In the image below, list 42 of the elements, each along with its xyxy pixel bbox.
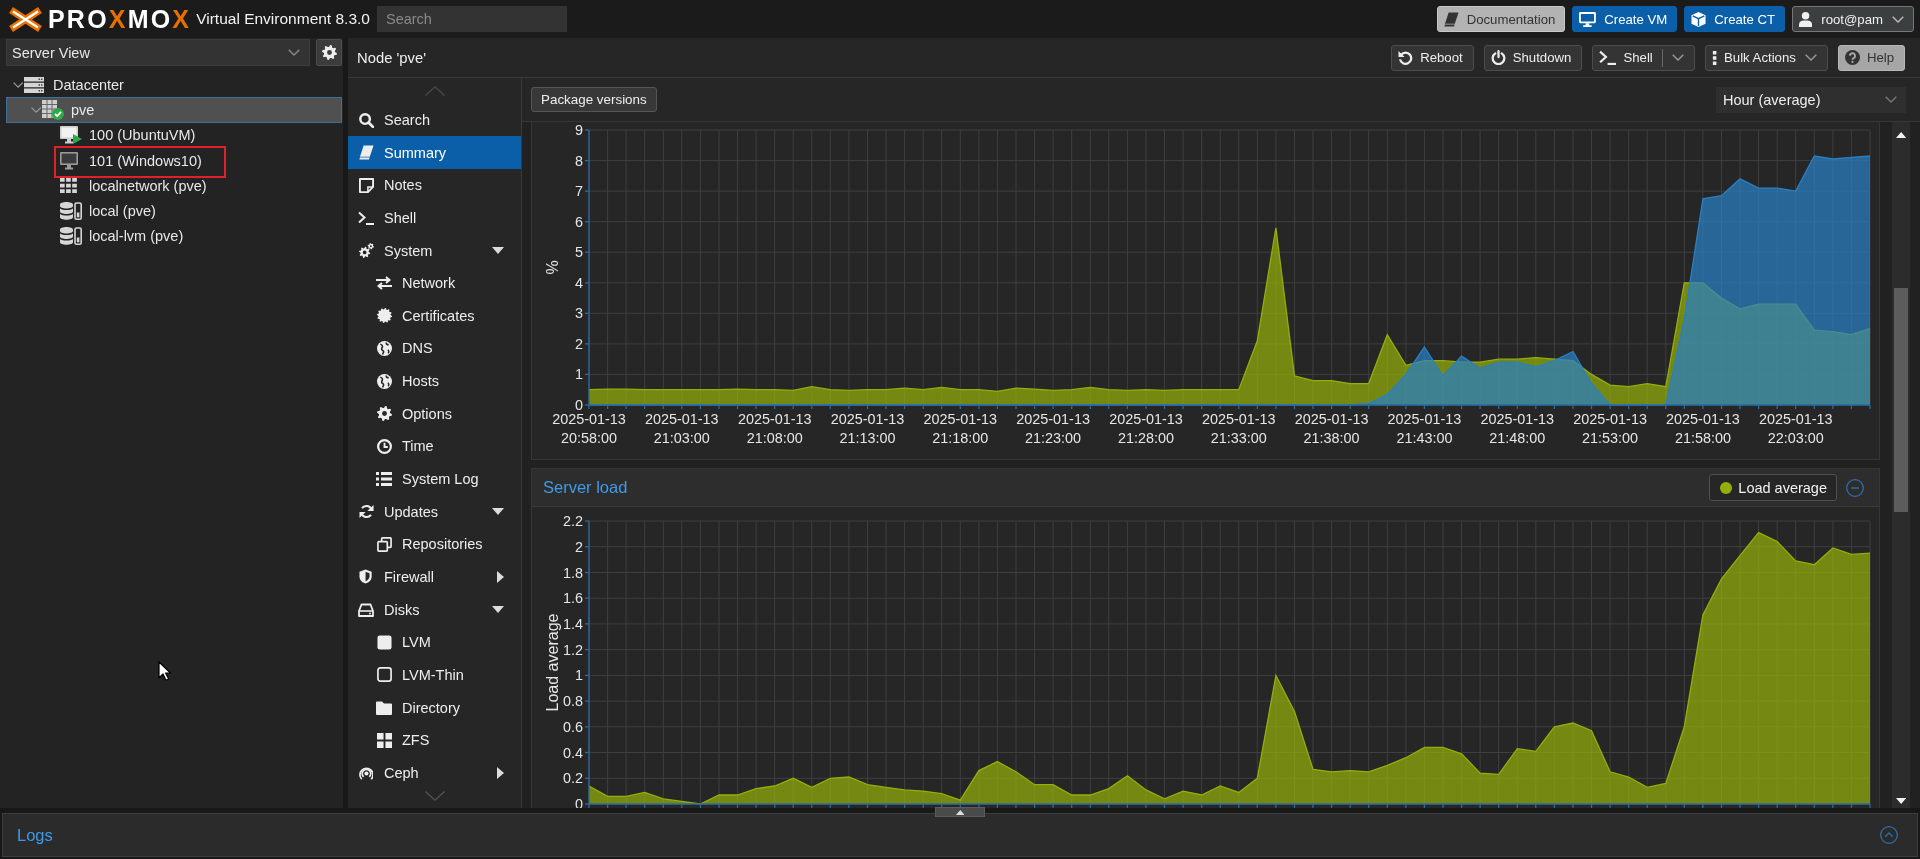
axis-tick-label: 1.2	[563, 641, 583, 658]
axis-tick-label: 2025-01-13 21:03:00	[645, 411, 719, 446]
axis-tick-label: 7	[575, 183, 583, 200]
axis-tick-label: 2025-01-13 21:08:00	[737, 411, 812, 446]
axis-tick-label: 9	[575, 122, 583, 138]
axis-tick-label: 0	[575, 397, 583, 413]
axis-tick-label: 5	[575, 244, 583, 261]
axis-tick-label: 2	[575, 335, 583, 352]
axis-tick-label: 1	[575, 667, 583, 684]
axis-tick-label: 3	[575, 305, 583, 322]
axis-tick-label: 1	[575, 366, 583, 383]
logo-wordmark: PROXMOX	[48, 6, 192, 32]
axis-tick-label: 6	[575, 213, 583, 230]
axis-title: Load average	[544, 613, 561, 712]
axis-tick-label: 0.2	[563, 770, 583, 787]
axis-tick-label: 2025-01-13 22:03:00	[1758, 411, 1833, 446]
product-title: Virtual Environment 8.3.0	[196, 10, 370, 28]
axis-tick-label: 2.2	[563, 513, 583, 529]
axis-tick-label: 2025-01-13 21:28:00	[1109, 411, 1183, 446]
axis-title: %	[544, 260, 561, 275]
axis-tick-label: 8	[575, 152, 583, 169]
axis-tick-label: 2025-01-13 20:58:00	[552, 411, 626, 446]
axis-tick-label: 2025-01-13 21:43:00	[1387, 411, 1462, 446]
axis-tick-label: 2025-01-13 21:58:00	[1666, 411, 1740, 446]
axis-tick-label: 2025-01-13 21:23:00	[1016, 411, 1090, 446]
axis-tick-label: 2025-01-13 21:33:00	[1202, 411, 1276, 446]
axis-tick-label: 2	[575, 538, 583, 555]
axis-tick-label: 2025-01-13 21:48:00	[1480, 411, 1555, 446]
axis-tick-label: 0.8	[563, 693, 583, 710]
panel-title: Server load	[543, 478, 628, 497]
axis-tick-label: 2025-01-13 21:53:00	[1573, 411, 1647, 446]
axis-tick-label: 4	[575, 274, 583, 291]
axis-tick-label: 2025-01-13 21:38:00	[1294, 411, 1369, 446]
axis-tick-label: 1.4	[563, 615, 583, 632]
node-title: Node 'pve'	[357, 49, 426, 66]
axis-tick-label: 1.8	[563, 564, 583, 581]
axis-tick-label: 0.6	[563, 718, 583, 735]
panel-title: Logs	[17, 825, 53, 845]
axis-tick-label: 2025-01-13 21:13:00	[830, 411, 905, 446]
axis-tick-label: 1.6	[563, 590, 583, 607]
axis-tick-label: 2025-01-13 21:18:00	[923, 411, 998, 446]
axis-tick-label: 0.4	[563, 744, 583, 761]
